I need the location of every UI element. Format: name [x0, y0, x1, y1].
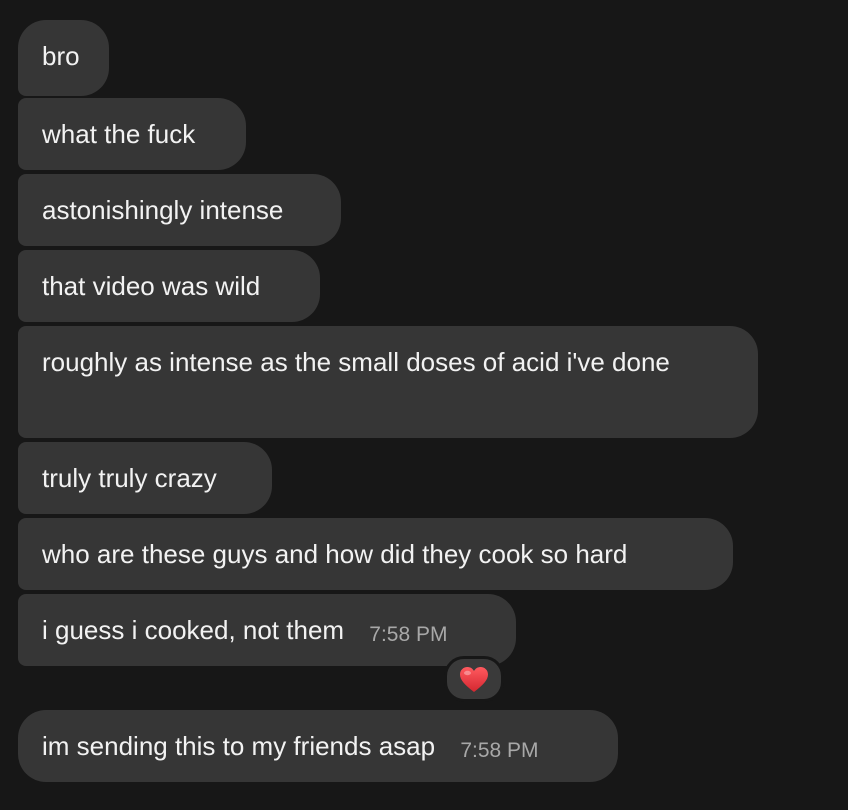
message-bubble[interactable]: astonishingly intense — [18, 174, 341, 246]
message-text: roughly as intense as the small doses of… — [42, 347, 670, 377]
message-bubble[interactable]: bro — [18, 20, 109, 96]
message-thread: bro what the fuck astonishingly intense … — [0, 0, 848, 810]
message-timestamp: 7:58 PM — [369, 623, 448, 646]
message-text: astonishingly intense — [42, 195, 284, 225]
message-text: im sending this to my friends asap — [42, 731, 436, 761]
message-bubble[interactable]: that video was wild — [18, 250, 320, 322]
message-text: what the fuck — [42, 119, 196, 149]
message-bubble[interactable]: roughly as intense as the small doses of… — [18, 326, 758, 438]
red-heart-icon — [459, 666, 489, 693]
message-timestamp: 7:58 PM — [460, 739, 539, 762]
message-text: bro — [42, 41, 80, 71]
message-bubble[interactable]: what the fuck — [18, 98, 246, 170]
message-bubble[interactable]: truly truly crazy — [18, 442, 272, 514]
message-bubble[interactable]: i guess i cooked, not them 7:58 PM — [18, 594, 516, 666]
message-text: i guess i cooked, not them — [42, 615, 345, 645]
reaction-badge[interactable] — [444, 656, 504, 702]
message-text: truly truly crazy — [42, 463, 217, 493]
message-text: that video was wild — [42, 271, 261, 301]
message-text: who are these guys and how did they cook… — [42, 539, 628, 569]
message-bubble[interactable]: im sending this to my friends asap 7:58 … — [18, 710, 618, 782]
message-bubble[interactable]: who are these guys and how did they cook… — [18, 518, 733, 590]
